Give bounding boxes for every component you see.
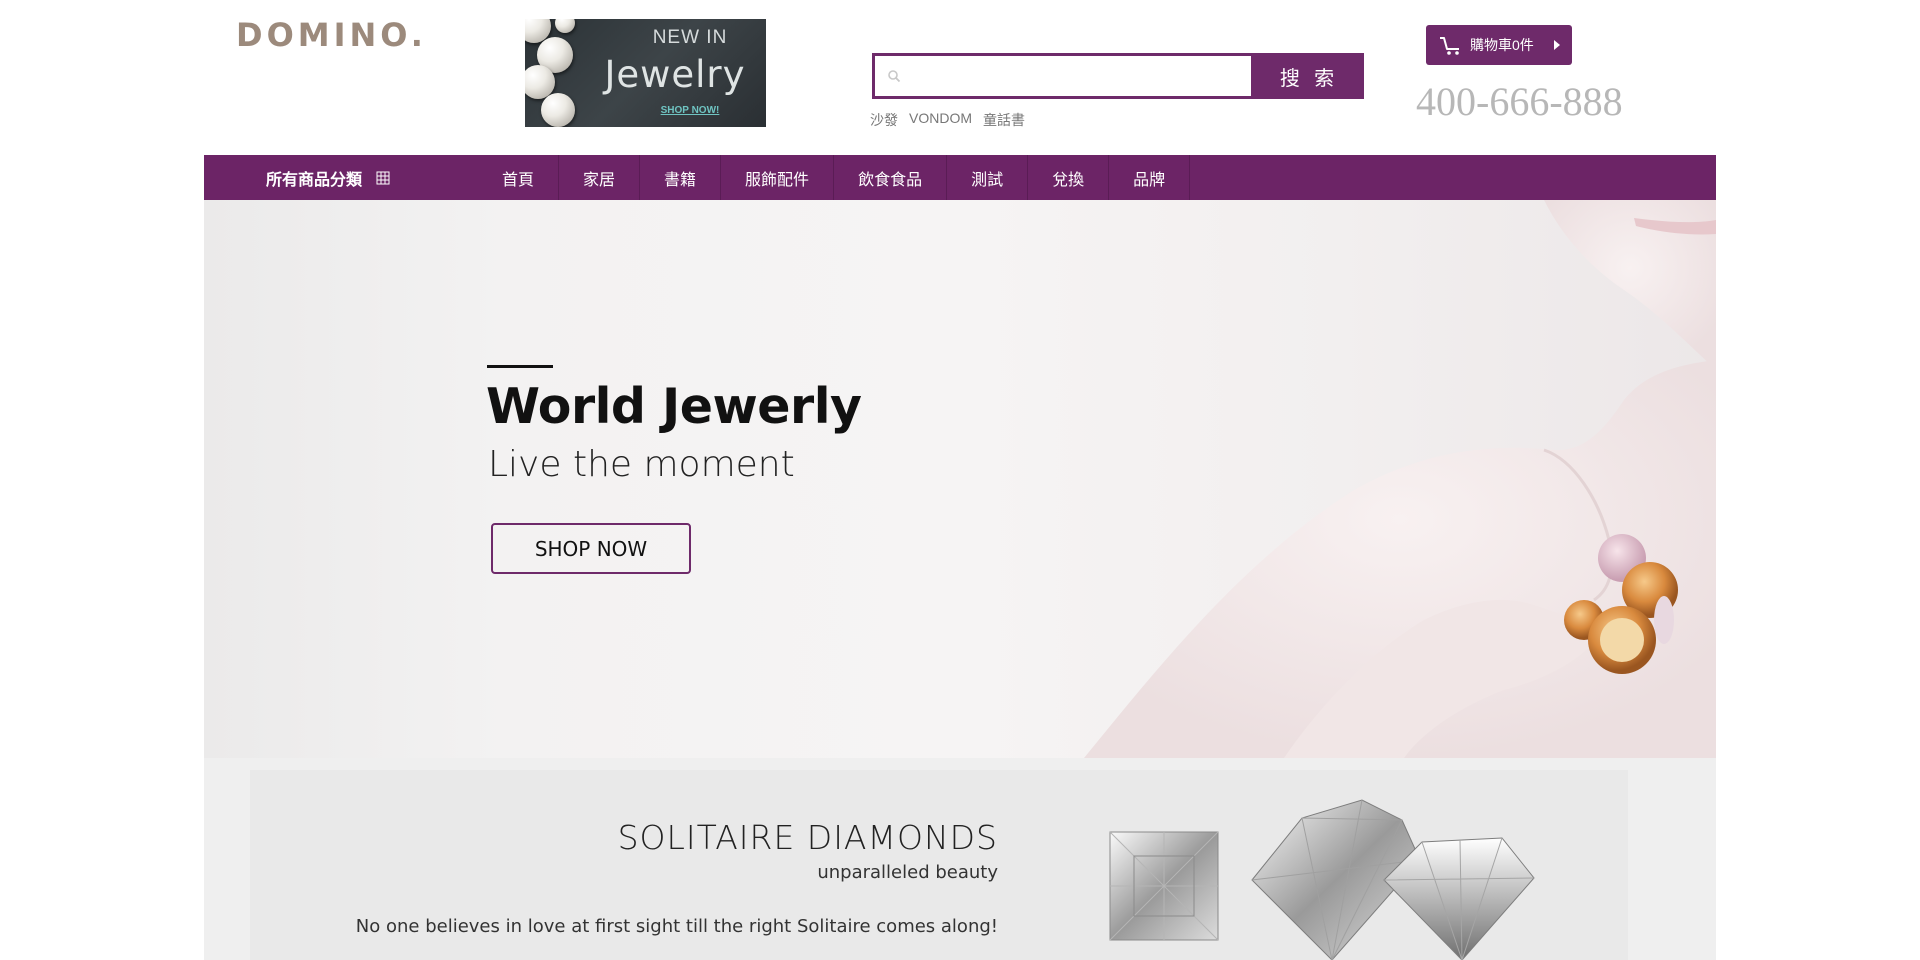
cart-label: 購物車0件 xyxy=(1470,37,1534,53)
search-input[interactable] xyxy=(901,56,1251,96)
nav-item-redeem[interactable]: 兌換 xyxy=(1028,155,1110,200)
search-icon xyxy=(888,70,901,83)
page: DOMINO. NEW IN Jewelry SHOP NOW! 搜 索 沙發 … xyxy=(0,0,1920,960)
ad-shop-now-link[interactable]: SHOP NOW! xyxy=(620,105,760,116)
hero-shop-now-button[interactable]: SHOP NOW xyxy=(491,523,691,574)
chevron-right-icon xyxy=(1554,40,1560,50)
hero-subtitle: Live the moment xyxy=(488,444,795,485)
hot-tag-link[interactable]: 沙發 xyxy=(870,110,898,130)
ad-new-in-text: NEW IN xyxy=(652,27,728,48)
nav-item-books[interactable]: 書籍 xyxy=(640,155,722,200)
hero-divider xyxy=(487,365,553,368)
grid-icon xyxy=(376,171,390,184)
nav-item-test[interactable]: 測試 xyxy=(947,155,1029,200)
hot-tag-link[interactable]: 童話書 xyxy=(983,110,1025,130)
jewelry-ad-banner[interactable]: NEW IN Jewelry SHOP NOW! xyxy=(525,19,766,127)
main-nav: 所有商品分類 首頁 家居 書籍 服飾配件 飲食食品 測試 兌換 品牌 xyxy=(204,155,1716,200)
pearl-image xyxy=(555,19,575,33)
nav-items: 首頁 家居 書籍 服飾配件 飲食食品 測試 兌換 品牌 xyxy=(466,155,1191,200)
logo[interactable]: DOMINO. xyxy=(236,16,427,54)
diamonds-title: SOLITAIRE DIAMONDS xyxy=(617,818,998,857)
hero-model-image xyxy=(1084,200,1716,758)
hot-search-tags: 沙發 VONDOM 童話書 xyxy=(870,110,1025,130)
hotline-number: 400-666-888 xyxy=(1416,79,1623,124)
solitaire-diamonds-banner[interactable]: SOLITAIRE DIAMONDS unparalleled beauty N… xyxy=(250,770,1628,960)
ad-title: Jewelry xyxy=(604,53,746,96)
nav-item-home-living[interactable]: 家居 xyxy=(559,155,641,200)
cart-button[interactable]: 購物車0件 xyxy=(1426,25,1572,65)
all-categories-label: 所有商品分類 xyxy=(266,169,363,189)
hero-banner: World Jewerly Live the moment SHOP NOW xyxy=(204,200,1716,758)
search-box xyxy=(872,53,1254,99)
cart-icon xyxy=(1440,37,1459,55)
nav-item-food[interactable]: 飲食食品 xyxy=(834,155,948,200)
diamonds-subtitle: unparalleled beauty xyxy=(817,862,998,883)
nav-item-brands[interactable]: 品牌 xyxy=(1109,155,1191,200)
diamonds-image xyxy=(1109,799,1535,960)
all-categories-menu[interactable]: 所有商品分類 xyxy=(204,166,452,190)
search-button[interactable]: 搜 索 xyxy=(1254,53,1364,99)
hero-title: World Jewerly xyxy=(486,378,862,435)
diamonds-description: No one believes in love at first sight t… xyxy=(355,916,998,937)
nav-item-home[interactable]: 首頁 xyxy=(466,155,560,200)
pearl-image xyxy=(541,93,575,127)
nav-item-apparel[interactable]: 服飾配件 xyxy=(721,155,835,200)
hot-tag-link[interactable]: VONDOM xyxy=(909,110,972,130)
